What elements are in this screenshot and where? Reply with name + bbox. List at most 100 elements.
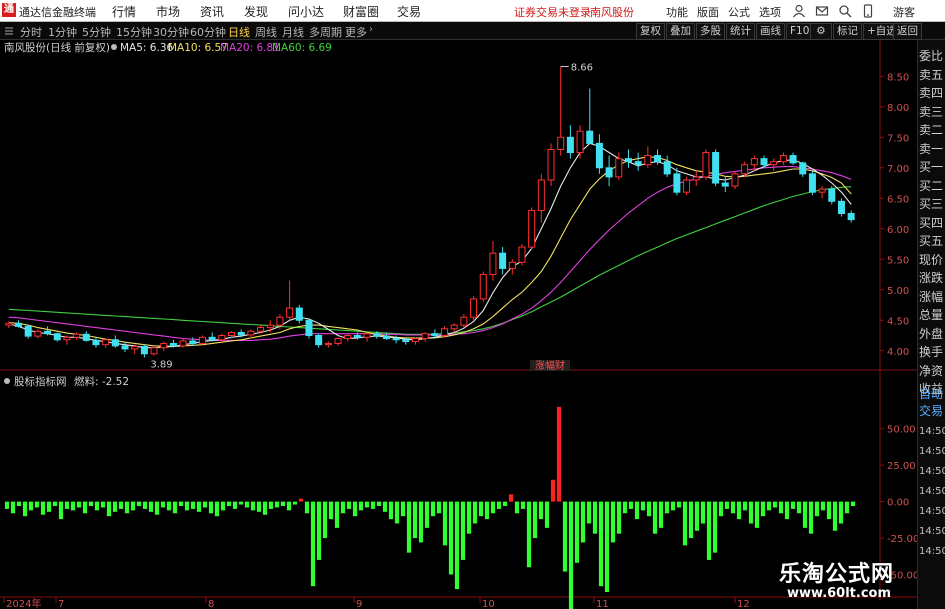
more-chevron-icon[interactable]: › [369,24,373,35]
candlestick[interactable] [566,125,574,159]
candlestick[interactable] [82,331,90,342]
menu-caifuquan[interactable]: 财富圈 [343,3,379,20]
candlestick[interactable] [547,143,555,187]
candlestick[interactable] [344,333,352,342]
candlestick[interactable] [770,158,778,171]
candlestick[interactable] [411,337,419,345]
period-multi[interactable]: 多周期 [309,24,342,40]
candlestick[interactable] [712,149,720,187]
biaoji-button[interactable]: 标记 [833,23,862,40]
candlestick[interactable] [92,337,100,348]
candlestick[interactable] [441,326,449,338]
period-monthly[interactable]: 月线 [282,24,304,40]
indicator-bars[interactable] [4,406,856,609]
candlestick[interactable] [15,320,23,328]
candlestick[interactable] [315,333,323,348]
sidebar-item[interactable]: 现价 [919,252,943,268]
candlestick[interactable] [586,88,594,144]
menu-hangqing[interactable]: 行情 [112,3,136,20]
candlestick[interactable] [692,170,700,187]
candlestick[interactable] [102,338,110,348]
candlestick[interactable] [324,341,332,348]
list-icon[interactable] [4,26,14,36]
sidebar-item[interactable]: 买二 [919,178,943,194]
search-icon[interactable] [838,4,852,18]
candlestick[interactable] [789,152,797,165]
candlestick[interactable] [605,155,613,187]
candlestick[interactable] [140,344,148,358]
candlestick[interactable] [160,341,168,351]
period-60min[interactable]: 60分钟 [190,24,226,40]
candlestick[interactable] [111,335,119,348]
candlestick[interactable] [24,325,32,339]
fuquan-button[interactable]: 复权 [636,23,665,40]
menu-xuanxiang[interactable]: 选项 [759,4,781,20]
phone-icon[interactable] [861,4,875,18]
back-button[interactable]: 返回 [893,23,922,40]
candlestick[interactable] [305,319,313,339]
settings-gear-icon[interactable]: ⚙ [810,23,832,40]
sidebar-item[interactable]: 净资 [919,363,943,379]
menu-shichang[interactable]: 市场 [156,3,180,20]
candlestick[interactable] [663,155,671,177]
candlestick[interactable] [363,332,371,342]
period-more[interactable]: 更多 [345,24,367,40]
sidebar-item[interactable]: 涨跌 [919,270,943,286]
candlestick[interactable] [44,326,52,336]
candlestick[interactable] [489,240,497,281]
candlestick[interactable] [460,314,468,328]
period-fenshi[interactable]: 分时 [20,24,42,40]
user-icon[interactable] [792,4,806,18]
stock-name-tab[interactable]: 南风股份 [590,4,634,20]
candlesticks[interactable] [5,66,855,358]
indicator-settings-icon[interactable] [4,378,10,384]
candlestick[interactable] [576,125,584,159]
candlestick[interactable] [479,271,487,302]
period-daily[interactable]: 日线 [228,24,250,40]
period-5min[interactable]: 5分钟 [82,24,111,40]
candlestick[interactable] [286,280,294,321]
ma-settings-icon[interactable] [111,44,117,50]
candlestick[interactable] [837,198,845,217]
menu-gongneng[interactable]: 功能 [666,4,688,20]
candlestick[interactable] [644,146,652,168]
sidebar-item[interactable]: 总量 [919,307,943,323]
diejia-button[interactable]: 叠加 [666,23,695,40]
candlestick[interactable] [208,332,216,342]
menu-gongshi[interactable]: 公式 [728,4,750,20]
candlestick[interactable] [557,66,565,156]
candlestick[interactable] [334,337,342,346]
candlestick[interactable] [828,186,836,205]
chart-area[interactable]: 南风股份(日线 前复权) MA5: 6.36 MA10: 6.57 MA20: … [0,40,917,609]
candlestick[interactable] [595,134,603,174]
candlestick[interactable] [53,332,61,342]
period-15min[interactable]: 15分钟 [116,24,152,40]
candlestick[interactable] [131,344,139,354]
menu-faxian[interactable]: 发现 [244,3,268,20]
period-weekly[interactable]: 周线 [255,24,277,40]
candlestick[interactable] [528,207,536,251]
menu-zixun[interactable]: 资讯 [200,3,224,20]
menu-wenxiaoda[interactable]: 问小达 [288,3,324,20]
candlestick[interactable] [421,332,429,342]
candlestick[interactable] [779,152,787,165]
guest-label[interactable]: 游客 [893,4,915,20]
sidebar-item[interactable]: 委比 [919,48,943,64]
sidebar-item[interactable]: 买一 [919,159,943,175]
candlestick[interactable] [799,161,807,177]
candlestick[interactable] [121,341,129,352]
menu-jiaoyi[interactable]: 交易 [397,3,421,20]
candlestick[interactable] [518,244,526,266]
sidebar-item[interactable]: 卖三 [919,104,943,120]
sidebar-trade-item[interactable]: 自动 [919,386,943,402]
candlestick[interactable] [499,247,507,275]
candlestick[interactable] [731,170,739,190]
candlestick[interactable] [624,149,632,168]
sidebar-item[interactable]: 外盘 [919,326,943,342]
candlestick[interactable] [808,170,816,196]
tongji-button[interactable]: 统计 [726,23,755,40]
menu-banmian[interactable]: 版面 [697,4,719,20]
sidebar-item[interactable]: 卖五 [919,67,943,83]
sidebar-item[interactable]: 卖四 [919,85,943,101]
sidebar-item[interactable]: 买四 [919,215,943,231]
